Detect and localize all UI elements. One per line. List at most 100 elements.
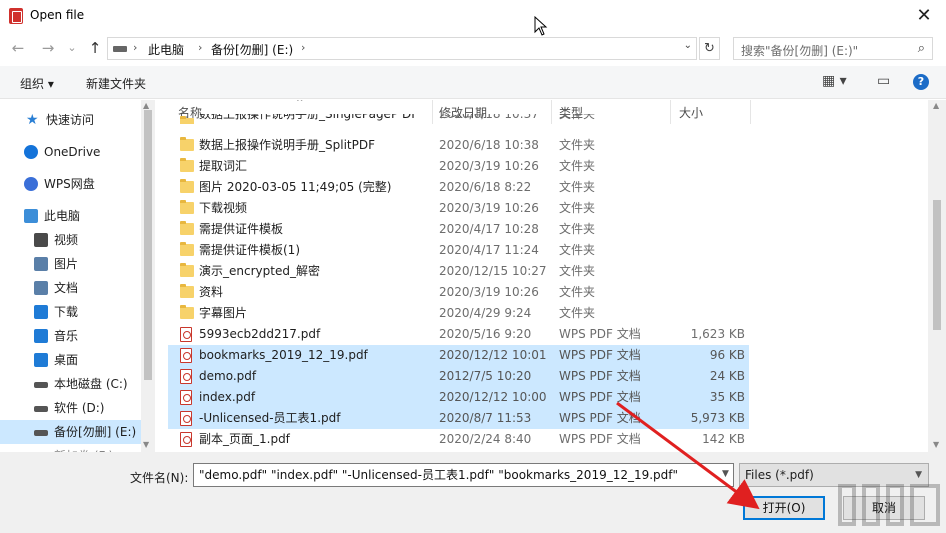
folder-row[interactable]: 需提供证件模板 2020/4/17 10:28 文件夹 <box>168 219 749 240</box>
file-list-scrollbar[interactable]: ▲ ▼ <box>928 100 946 452</box>
preview-pane-icon[interactable]: ▭ <box>877 73 890 89</box>
app-icon <box>9 8 23 24</box>
file-type: WPS PDF 文档 <box>559 432 641 446</box>
refresh-icon[interactable]: ↻ <box>699 37 720 60</box>
command-toolbar: 组织 ▾ 新建文件夹 ▦ ▾ ▭ ? <box>0 66 946 99</box>
search-box[interactable]: 搜索"备份[勿删] (E:)" ⌕ <box>733 37 933 60</box>
file-date: 2020/3/19 10:26 <box>439 159 539 173</box>
sidebar-item-label: 此电脑 <box>44 209 81 223</box>
file-type: 文件夹 <box>559 264 596 278</box>
file-row[interactable]: bookmarks_2019_12_19.pdf 2020/12/12 10:01… <box>168 345 749 366</box>
scroll-up-icon[interactable]: ▲ <box>933 101 939 110</box>
open-button[interactable]: 打开(O) <box>743 496 825 520</box>
column-divider[interactable] <box>750 100 751 124</box>
file-name: 下载视频 <box>199 201 248 215</box>
file-list: ^ 名称 修改日期 类型 大小 数据上报操作说明手册_SinglePageP D… <box>168 100 928 452</box>
sidebar-item[interactable]: 本地磁盘 (C:) <box>0 372 141 396</box>
sidebar-item[interactable]: ★ 快速访问 <box>0 108 141 132</box>
file-name: 资料 <box>199 285 224 299</box>
folder-row[interactable]: 提取词汇 2020/3/19 10:26 文件夹 <box>168 156 749 177</box>
file-row[interactable]: index.pdf 2020/12/12 10:00 WPS PDF 文档 35 KB <box>168 387 749 408</box>
folder-icon <box>180 284 194 298</box>
pdf-file-icon <box>180 390 192 405</box>
sidebar-item[interactable]: 软件 (D:) <box>0 396 141 420</box>
file-date: 2020/3/19 10:26 <box>439 201 539 215</box>
pdf-file-icon <box>180 327 192 342</box>
folder-row[interactable]: 图片 2020-03-05 11;49;05 (完整) 2020/6/18 8:2… <box>168 177 749 198</box>
file-size: 1,623 KB <box>690 327 745 341</box>
back-arrow-icon[interactable]: ← <box>8 38 28 58</box>
file-date: 2020/12/15 10:27 <box>439 264 547 278</box>
scrollbar-thumb[interactable] <box>933 200 941 330</box>
file-row[interactable]: 5993ecb2dd217.pdf 2020/5/16 9:20 WPS PDF 文… <box>168 324 749 345</box>
address-dropdown-icon[interactable]: ⌄ <box>684 40 692 51</box>
sidebar-item[interactable]: WPS网盘 <box>0 172 141 196</box>
scroll-down-icon[interactable]: ▼ <box>933 440 939 449</box>
sidebar-item[interactable]: 音乐 <box>0 324 141 348</box>
forward-arrow-icon[interactable]: → <box>38 38 58 58</box>
folder-row[interactable]: 数据上报操作说明手册_SinglePageP DF 2020/6/18 10:37… <box>168 114 749 124</box>
sidebar-item-label: 快速访问 <box>46 113 95 127</box>
file-type: 文件夹 <box>559 159 596 173</box>
breadcrumb-drive-e[interactable]: 备份[勿删] (E:) <box>211 41 293 58</box>
drive-icon <box>34 382 48 388</box>
file-type: WPS PDF 文档 <box>559 348 641 362</box>
sidebar-item[interactable]: OneDrive <box>0 140 141 164</box>
file-type: 文件夹 <box>559 285 596 299</box>
new-folder-button[interactable]: 新建文件夹 <box>86 75 146 92</box>
sidebar-item[interactable]: 下载 <box>0 300 141 324</box>
file-type: 文件夹 <box>559 222 596 236</box>
folder-row[interactable]: 字幕图片 2020/4/29 9:24 文件夹 <box>168 303 749 324</box>
sidebar-item[interactable]: 此电脑 <box>0 204 141 228</box>
file-name-panel: 文件名(N): "demo.pdf" "index.pdf" "-Unlicen… <box>0 452 946 533</box>
scrollbar-thumb[interactable] <box>144 110 152 380</box>
folder-row[interactable]: 演示_encrypted_解密 2020/12/15 10:27 文件夹 <box>168 261 749 282</box>
file-date: 2020/8/7 11:53 <box>439 411 532 425</box>
sidebar-item-label: WPS网盘 <box>44 177 95 191</box>
file-row[interactable]: 副本_页面_1.pdf 2020/2/24 8:40 WPS PDF 文档 142 K… <box>168 429 749 450</box>
file-name: demo.pdf <box>199 369 257 383</box>
sidebar-item[interactable]: 文档 <box>0 276 141 300</box>
folder-row[interactable]: 下载视频 2020/3/19 10:26 文件夹 <box>168 198 749 219</box>
file-size: 142 KB <box>702 432 745 446</box>
file-type: WPS PDF 文档 <box>559 411 641 425</box>
folder-icon <box>180 305 194 319</box>
file-date: 2012/7/5 10:20 <box>439 369 532 383</box>
folder-row[interactable]: 资料 2020/3/19 10:26 文件夹 <box>168 282 749 303</box>
close-button[interactable]: ✕ <box>910 4 938 28</box>
filename-input[interactable]: "demo.pdf" "index.pdf" "-Unlicensed-员工表1… <box>193 463 734 487</box>
scroll-up-icon[interactable]: ▲ <box>143 101 149 110</box>
recent-locations-dropdown-icon[interactable]: ⌄ <box>62 38 82 58</box>
sidebar-item[interactable]: 桌面 <box>0 348 141 372</box>
search-placeholder: 搜索"备份[勿删] (E:)" <box>741 44 859 58</box>
file-name: bookmarks_2019_12_19.pdf <box>199 348 368 362</box>
filename-history-dropdown-icon[interactable]: ▼ <box>722 469 729 479</box>
video-icon <box>34 233 48 247</box>
folder-row[interactable]: 需提供证件模板(1) 2020/4/17 11:24 文件夹 <box>168 240 749 261</box>
folder-row[interactable]: 数据上报操作说明手册_SplitPDF 2020/6/18 10:38 文件夹 <box>168 135 749 156</box>
computer-icon <box>24 209 38 223</box>
sidebar-scrollbar[interactable]: ▲ ▼ <box>141 100 155 452</box>
view-options-icon[interactable]: ▦ ▾ <box>822 73 847 89</box>
document-icon <box>34 281 48 295</box>
up-arrow-icon[interactable]: ↑ <box>85 38 105 58</box>
help-icon[interactable]: ? <box>913 74 929 90</box>
file-name: -Unlicensed-员工表1.pdf <box>199 411 341 425</box>
sidebar-item[interactable]: 备份[勿删] (E:) <box>0 420 141 444</box>
file-type-value: Files (*.pdf) <box>745 468 814 482</box>
sidebar-item[interactable]: 图片 <box>0 252 141 276</box>
sidebar-item[interactable]: 视频 <box>0 228 141 252</box>
folder-icon <box>180 179 194 193</box>
file-row[interactable]: -Unlicensed-员工表1.pdf 2020/8/7 11:53 WPS PD… <box>168 408 749 429</box>
scroll-down-icon[interactable]: ▼ <box>143 440 149 449</box>
folder-icon <box>180 158 194 172</box>
file-date: 2020/6/18 8:22 <box>439 180 532 194</box>
file-type: 文件夹 <box>559 138 596 152</box>
sidebar-item-label: 本地磁盘 (C:) <box>54 377 128 391</box>
organize-button[interactable]: 组织 ▾ <box>20 75 54 92</box>
folder-icon <box>180 137 194 151</box>
address-bar[interactable]: › 此电脑 › 备份[勿删] (E:) › ⌄ <box>107 37 697 60</box>
file-row[interactable]: demo.pdf 2012/7/5 10:20 WPS PDF 文档 24 KB <box>168 366 749 387</box>
breadcrumb-this-pc[interactable]: 此电脑 <box>148 41 184 58</box>
sidebar-item[interactable]: 新加卷 (F:) <box>0 444 141 452</box>
